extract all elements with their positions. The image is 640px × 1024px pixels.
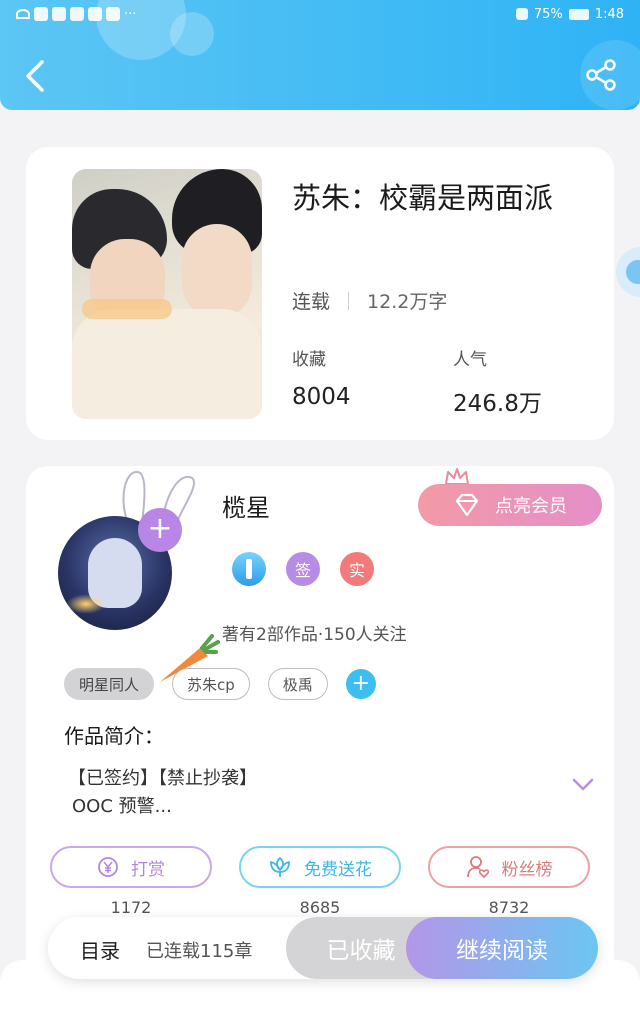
battery-percent: 75% [533, 6, 563, 22]
status-bar: ··· 75% 1:48 [16, 4, 624, 24]
battery-icon [568, 8, 589, 20]
back-arrow-icon[interactable] [22, 58, 48, 94]
verified-badge[interactable]: 实 [340, 552, 374, 586]
author-name: 榄星 [222, 494, 270, 522]
vip-label: 点亮会员 [495, 496, 567, 517]
mail-icon [52, 7, 66, 21]
book-title: 苏朱：校霸是两面派 [292, 181, 554, 215]
word-count: 12.2万字 [367, 291, 448, 313]
flower-action: 免费送花 8685 [239, 846, 401, 917]
reward-count: 1172 [110, 898, 152, 917]
intro-text-line: 【已签约】【禁止抄袭】 [68, 768, 257, 789]
favorites-value: 8004 [292, 384, 351, 410]
reward-button[interactable]: 打赏 [50, 846, 212, 888]
yen-coin-icon [98, 857, 118, 877]
fans-rank-button[interactable]: 粉丝榜 [428, 846, 590, 888]
book-cover-image[interactable] [72, 169, 262, 419]
favorites-label: 收藏 [292, 350, 326, 370]
wifi-icon [16, 9, 30, 19]
favorites-stat: 收藏 8004 [292, 345, 351, 410]
flower-icon [270, 857, 290, 877]
continue-reading-button[interactable]: 继续阅读 [406, 917, 598, 979]
author-card: + 榄星 点亮会员 签 实 著有2部作品·150人关注 明星同人 苏朱cp 极禹… [26, 466, 614, 986]
tag-item[interactable]: 明星同人 [64, 668, 155, 700]
fans-label: 粉丝榜 [501, 859, 553, 880]
tag-list: 明星同人 苏朱cp 极禹 + [64, 668, 376, 700]
more-notifications: ··· [124, 6, 137, 22]
tag-item[interactable]: 苏朱cp [172, 668, 250, 700]
reward-action: 打赏 1172 [50, 846, 212, 917]
signed-badge[interactable]: 签 [286, 552, 320, 586]
popularity-label: 人气 [453, 350, 487, 370]
mute-icon [515, 8, 528, 20]
popularity-value: 246.8万 [453, 391, 542, 417]
author-badges: 签 实 [232, 552, 374, 586]
header-bar: ··· 75% 1:48 [0, 0, 640, 110]
shield-app-icon [70, 7, 84, 21]
action-buttons: 打赏 1172 免费送花 8685 粉丝榜 8732 [50, 846, 590, 917]
side-tab-icon [626, 260, 640, 284]
author-works-info: 著有2部作品·150人关注 [222, 625, 407, 645]
add-tag-button[interactable]: + [345, 669, 376, 699]
book-meta: 连载 12.2万字 [292, 287, 447, 314]
intro-title: 作品简介： [64, 724, 164, 748]
diamond-icon [455, 493, 479, 517]
qq-icon [106, 7, 120, 21]
flower-count: 8685 [299, 898, 341, 917]
free-flower-button[interactable]: 免费送花 [239, 846, 401, 888]
tag-item[interactable]: 极禹 [267, 668, 328, 700]
flower-label: 免费送花 [304, 859, 372, 880]
chapter-count[interactable]: 已连载115章 [146, 937, 252, 963]
share-icon[interactable] [584, 58, 618, 92]
app-k-icon [34, 7, 48, 21]
bottom-action-bar: 目录 已连载115章 已收藏 继续阅读 [48, 917, 598, 979]
follow-plus-button[interactable]: + [138, 508, 182, 552]
level-badge-icon[interactable] [232, 552, 266, 586]
toc-button[interactable]: 目录 [80, 935, 120, 964]
clock: 1:48 [594, 6, 624, 22]
intro-text-line: OOC 预警... [72, 796, 172, 817]
serial-status: 连载 [292, 291, 331, 313]
popularity-stat: 人气 246.8万 [453, 345, 542, 418]
reward-label: 打赏 [131, 859, 165, 880]
chevron-down-icon[interactable] [572, 778, 594, 792]
meta-divider [348, 291, 350, 310]
vip-button[interactable]: 点亮会员 [418, 484, 602, 526]
floating-side-tab[interactable] [616, 247, 640, 297]
book-info-card: 苏朱：校霸是两面派 连载 12.2万字 收藏 8004 人气 246.8万 [26, 147, 614, 440]
fans-action: 粉丝榜 8732 [428, 846, 590, 917]
search-app-icon [88, 7, 102, 21]
fan-user-icon [466, 856, 489, 879]
fans-count: 8732 [488, 898, 530, 917]
